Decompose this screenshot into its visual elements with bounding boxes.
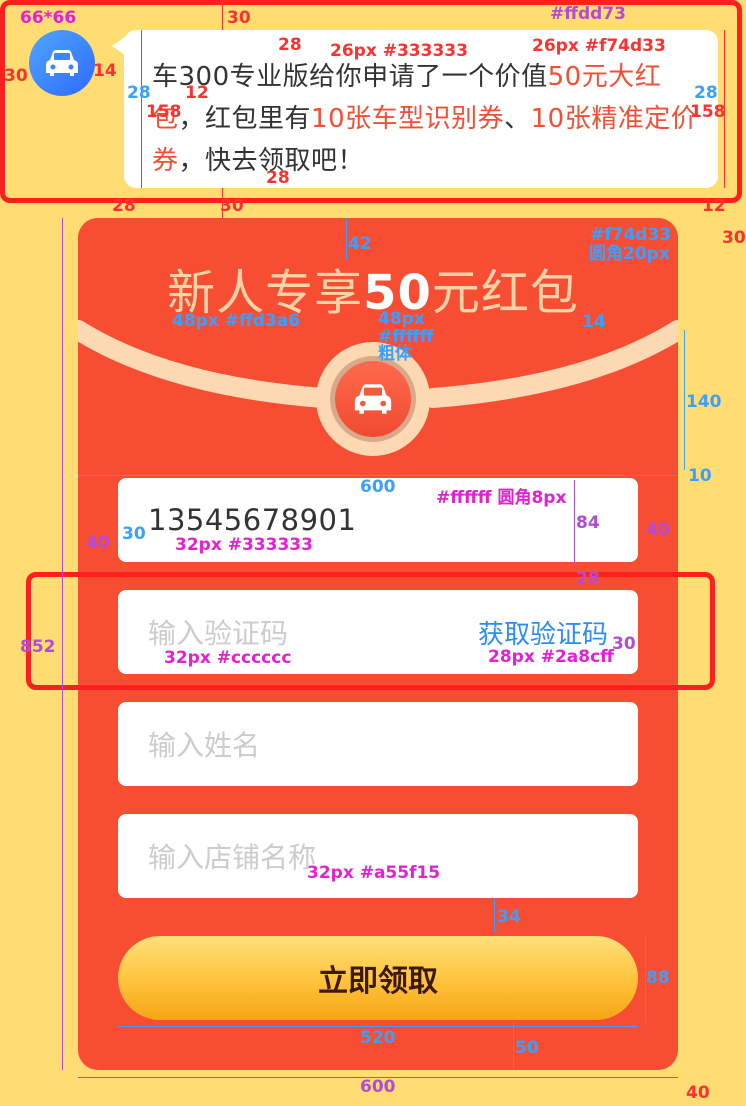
annotation: 26px #333333 bbox=[330, 41, 468, 61]
car-icon bbox=[354, 384, 392, 414]
annotation: 12 bbox=[185, 83, 209, 103]
dim-line bbox=[574, 480, 575, 564]
annotation: 28 bbox=[127, 83, 151, 103]
title-suffix: 元红包 bbox=[431, 265, 579, 321]
dim-line bbox=[222, 0, 223, 30]
store-placeholder: 输入店铺名称 bbox=[148, 841, 317, 874]
annotation: 32px #cccccc bbox=[164, 648, 292, 668]
annotation: 30 bbox=[122, 524, 146, 544]
annotation: 48px bbox=[378, 309, 425, 329]
annotation: 30 bbox=[4, 66, 28, 86]
name-input[interactable]: 输入姓名 bbox=[118, 702, 638, 786]
annotation: 158 bbox=[146, 102, 182, 122]
dim-line bbox=[62, 218, 63, 1070]
annotation: 30 bbox=[227, 8, 251, 28]
annotation: 14 bbox=[93, 61, 117, 81]
highlight-frame-code bbox=[26, 572, 715, 690]
dim-line bbox=[684, 330, 685, 470]
annotation: 12 bbox=[702, 196, 726, 216]
annotation: 158 bbox=[690, 102, 726, 122]
annotation: #f74d33 bbox=[590, 225, 672, 245]
annotation: 42 bbox=[348, 234, 372, 254]
annotation: 40 bbox=[646, 520, 670, 540]
annotation: 600 bbox=[360, 1077, 396, 1097]
dim-line bbox=[513, 1022, 514, 1070]
annotation: 852 bbox=[20, 637, 56, 657]
claim-button[interactable]: 立即领取 bbox=[118, 936, 638, 1020]
annotation: 30 bbox=[612, 634, 636, 654]
annotation: 140 bbox=[686, 392, 722, 412]
annotation: #ffdd73 bbox=[550, 4, 627, 24]
annotation: 32px #333333 bbox=[175, 535, 313, 555]
badge-core bbox=[335, 361, 411, 437]
annotation: 40 bbox=[86, 533, 110, 553]
annotation: 34 bbox=[497, 907, 521, 927]
annotation: 48px #ffd3a6 bbox=[172, 311, 301, 331]
phone-value: 13545678901 bbox=[148, 503, 357, 537]
annotation: 10 bbox=[688, 466, 712, 486]
annotation: 粗体 bbox=[378, 344, 412, 364]
annotation: 28 bbox=[278, 35, 302, 55]
dim-line bbox=[346, 218, 347, 260]
dim-line bbox=[118, 1026, 638, 1027]
annotation: 26px #f74d33 bbox=[532, 36, 666, 56]
highlight-frame-message bbox=[0, 0, 742, 203]
annotation: #ffffff 圆角8px bbox=[436, 488, 567, 508]
annotation: 40 bbox=[686, 1083, 710, 1103]
annotation: 66*66 bbox=[20, 8, 77, 28]
annotation: 28 bbox=[694, 83, 718, 103]
annotation: 520 bbox=[360, 1028, 396, 1048]
annotation: 28 bbox=[112, 196, 136, 216]
annotation: 圆角20px bbox=[589, 244, 670, 264]
annotation: 32px #a55f15 bbox=[307, 863, 441, 883]
annotation: 50 bbox=[515, 1038, 539, 1058]
annotation: 88 bbox=[646, 968, 670, 988]
badge bbox=[330, 356, 416, 442]
annotation: 14 bbox=[582, 312, 606, 332]
annotation: 600 bbox=[360, 477, 396, 497]
annotation: 28px #2a8cff bbox=[488, 647, 614, 667]
dim-line bbox=[78, 475, 678, 476]
annotation: 30 bbox=[220, 196, 244, 216]
annotation: 28 bbox=[266, 168, 290, 188]
dim-line bbox=[141, 30, 142, 188]
annotation: 30 bbox=[722, 228, 746, 248]
annotation: 84 bbox=[576, 513, 600, 533]
name-placeholder: 输入姓名 bbox=[148, 729, 261, 762]
annotation: 28 bbox=[576, 569, 600, 589]
store-input[interactable]: 输入店铺名称 bbox=[118, 814, 638, 898]
dim-line bbox=[494, 898, 495, 932]
